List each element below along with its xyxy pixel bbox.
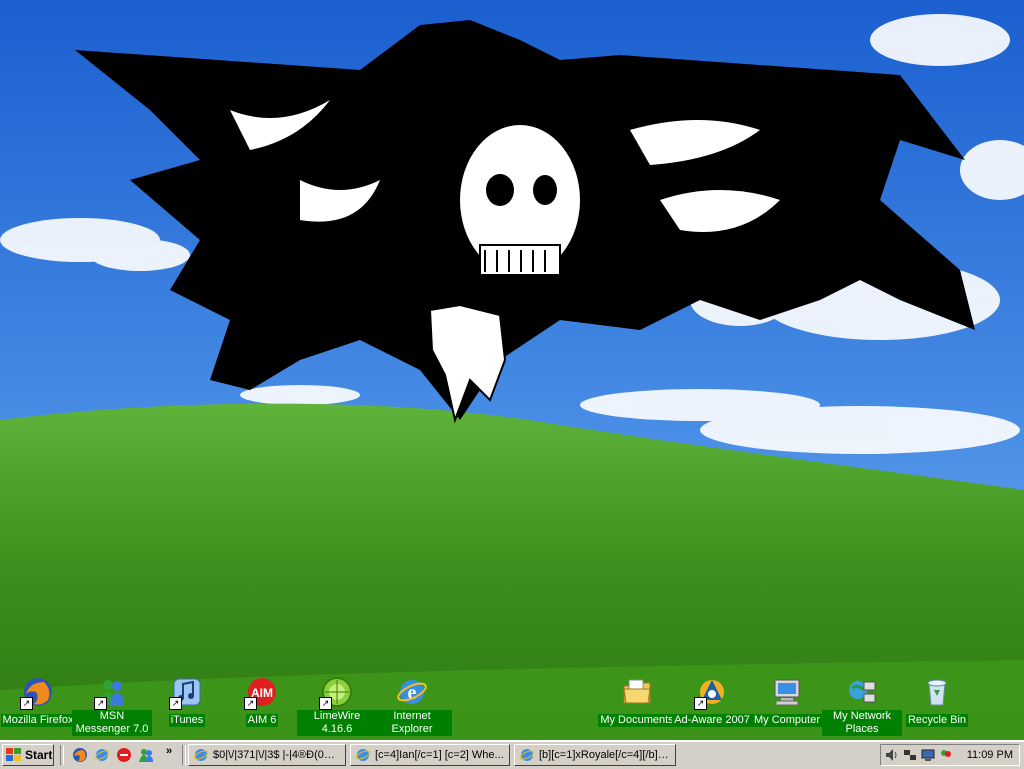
internet-explorer-icon bbox=[193, 749, 209, 761]
quick-launch-internet-explorer[interactable] bbox=[94, 747, 110, 763]
msn-messenger-icon bbox=[139, 749, 153, 762]
msn-messenger-icon: ↗ bbox=[94, 676, 128, 710]
taskbar-button-window-3[interactable]: [b][c=1]xRoyale[/c=4][/b] -... bbox=[514, 744, 676, 766]
desktop-icon-my-documents[interactable]: My Documents bbox=[597, 676, 677, 728]
wallpaper bbox=[0, 0, 1024, 740]
ad-aware-icon: ↗ bbox=[694, 676, 728, 710]
taskbar-button-title: $0|\/|371|\/|3$ |-|4®Ð(0®3... bbox=[213, 749, 341, 761]
desktop-icon-my-computer[interactable]: My Computer bbox=[747, 676, 827, 728]
taskbar-separator bbox=[60, 745, 64, 765]
desktop-icon-internet-explorer[interactable]: e Internet Explorer bbox=[372, 676, 452, 737]
desktop[interactable]: ↗ Mozilla Firefox ↗ MSN Messenger 7.0 ↗ … bbox=[0, 0, 1024, 740]
limewire-icon: ↗ bbox=[319, 676, 353, 710]
internet-explorer-icon bbox=[94, 749, 110, 761]
quick-launch-firefox[interactable] bbox=[72, 747, 88, 763]
taskbar-button-window-2[interactable]: [c=4]Ian[/c=1] [c=2] Whe... bbox=[350, 744, 510, 766]
quick-launch-aim[interactable] bbox=[116, 747, 132, 763]
quick-launch-msn-messenger[interactable] bbox=[138, 747, 154, 763]
desktop-icon-label: Recycle Bin bbox=[905, 714, 969, 727]
internet-explorer-icon bbox=[355, 749, 371, 761]
desktop-icon-label: Internet Explorer bbox=[372, 710, 452, 736]
volume-icon[interactable] bbox=[885, 748, 899, 762]
taskbar-separator bbox=[182, 745, 186, 765]
system-tray: 11:09 PM bbox=[880, 744, 1020, 766]
start-button[interactable]: Start bbox=[2, 744, 54, 766]
my-documents-icon bbox=[621, 676, 653, 708]
itunes-icon: ↗ bbox=[169, 676, 203, 710]
desktop-icon-label: Mozilla Firefox bbox=[0, 714, 76, 727]
aim-icon bbox=[117, 748, 131, 762]
taskbar: Start » $0|\/|371|\/|3$ |-|4®Ð(0®3... [c… bbox=[0, 740, 1024, 769]
desktop-icon-label: MSN Messenger 7.0 bbox=[72, 710, 152, 736]
taskbar-button-title: [c=4]Ian[/c=1] [c=2] Whe... bbox=[375, 749, 504, 761]
recycle-bin-icon bbox=[921, 676, 953, 708]
taskbar-button-window-1[interactable]: $0|\/|371|\/|3$ |-|4®Ð(0®3... bbox=[188, 744, 346, 766]
internet-explorer-icon bbox=[519, 749, 535, 761]
desktop-icon-limewire[interactable]: ↗ LimeWire 4.16.6 bbox=[297, 676, 377, 737]
desktop-icon-label: My Network Places bbox=[822, 710, 902, 736]
my-network-places-icon bbox=[846, 676, 878, 708]
windows-flag-icon bbox=[6, 748, 21, 761]
desktop-icon-label: Ad-Aware 2007 bbox=[672, 714, 752, 727]
desktop-icon-ad-aware[interactable]: ↗ Ad-Aware 2007 bbox=[672, 676, 752, 728]
firefox-icon: ↗ bbox=[20, 676, 54, 710]
desktop-icon-aim[interactable]: AIM ↗ AIM 6 bbox=[222, 676, 302, 728]
desktop-icon-msn-messenger[interactable]: ↗ MSN Messenger 7.0 bbox=[72, 676, 152, 737]
desktop-icon-label: My Computer bbox=[751, 714, 823, 727]
start-label: Start bbox=[25, 748, 53, 762]
msn-tray-icon[interactable] bbox=[939, 748, 953, 762]
desktop-icon-label: My Documents bbox=[598, 714, 676, 727]
quick-launch-more-button[interactable]: » bbox=[166, 745, 172, 757]
aim-icon: AIM ↗ bbox=[244, 676, 278, 710]
network-icon[interactable] bbox=[903, 748, 917, 762]
clock[interactable]: 11:09 PM bbox=[967, 749, 1013, 761]
internet-explorer-icon: e bbox=[396, 676, 428, 708]
desktop-icon-recycle-bin[interactable]: Recycle Bin bbox=[897, 676, 977, 728]
desktop-icon-label: iTunes bbox=[168, 714, 206, 727]
my-computer-icon bbox=[771, 676, 803, 708]
desktop-icon-label: AIM 6 bbox=[245, 714, 279, 727]
taskbar-button-title: [b][c=1]xRoyale[/c=4][/b] -... bbox=[539, 749, 671, 761]
desktop-icon-my-network-places[interactable]: My Network Places bbox=[822, 676, 902, 737]
display-icon[interactable] bbox=[921, 748, 935, 762]
firefox-icon bbox=[73, 748, 87, 762]
desktop-icon-mozilla-firefox[interactable]: ↗ Mozilla Firefox bbox=[0, 676, 78, 728]
desktop-icon-itunes[interactable]: ↗ iTunes bbox=[147, 676, 227, 728]
desktop-icon-label: LimeWire 4.16.6 bbox=[297, 710, 377, 736]
